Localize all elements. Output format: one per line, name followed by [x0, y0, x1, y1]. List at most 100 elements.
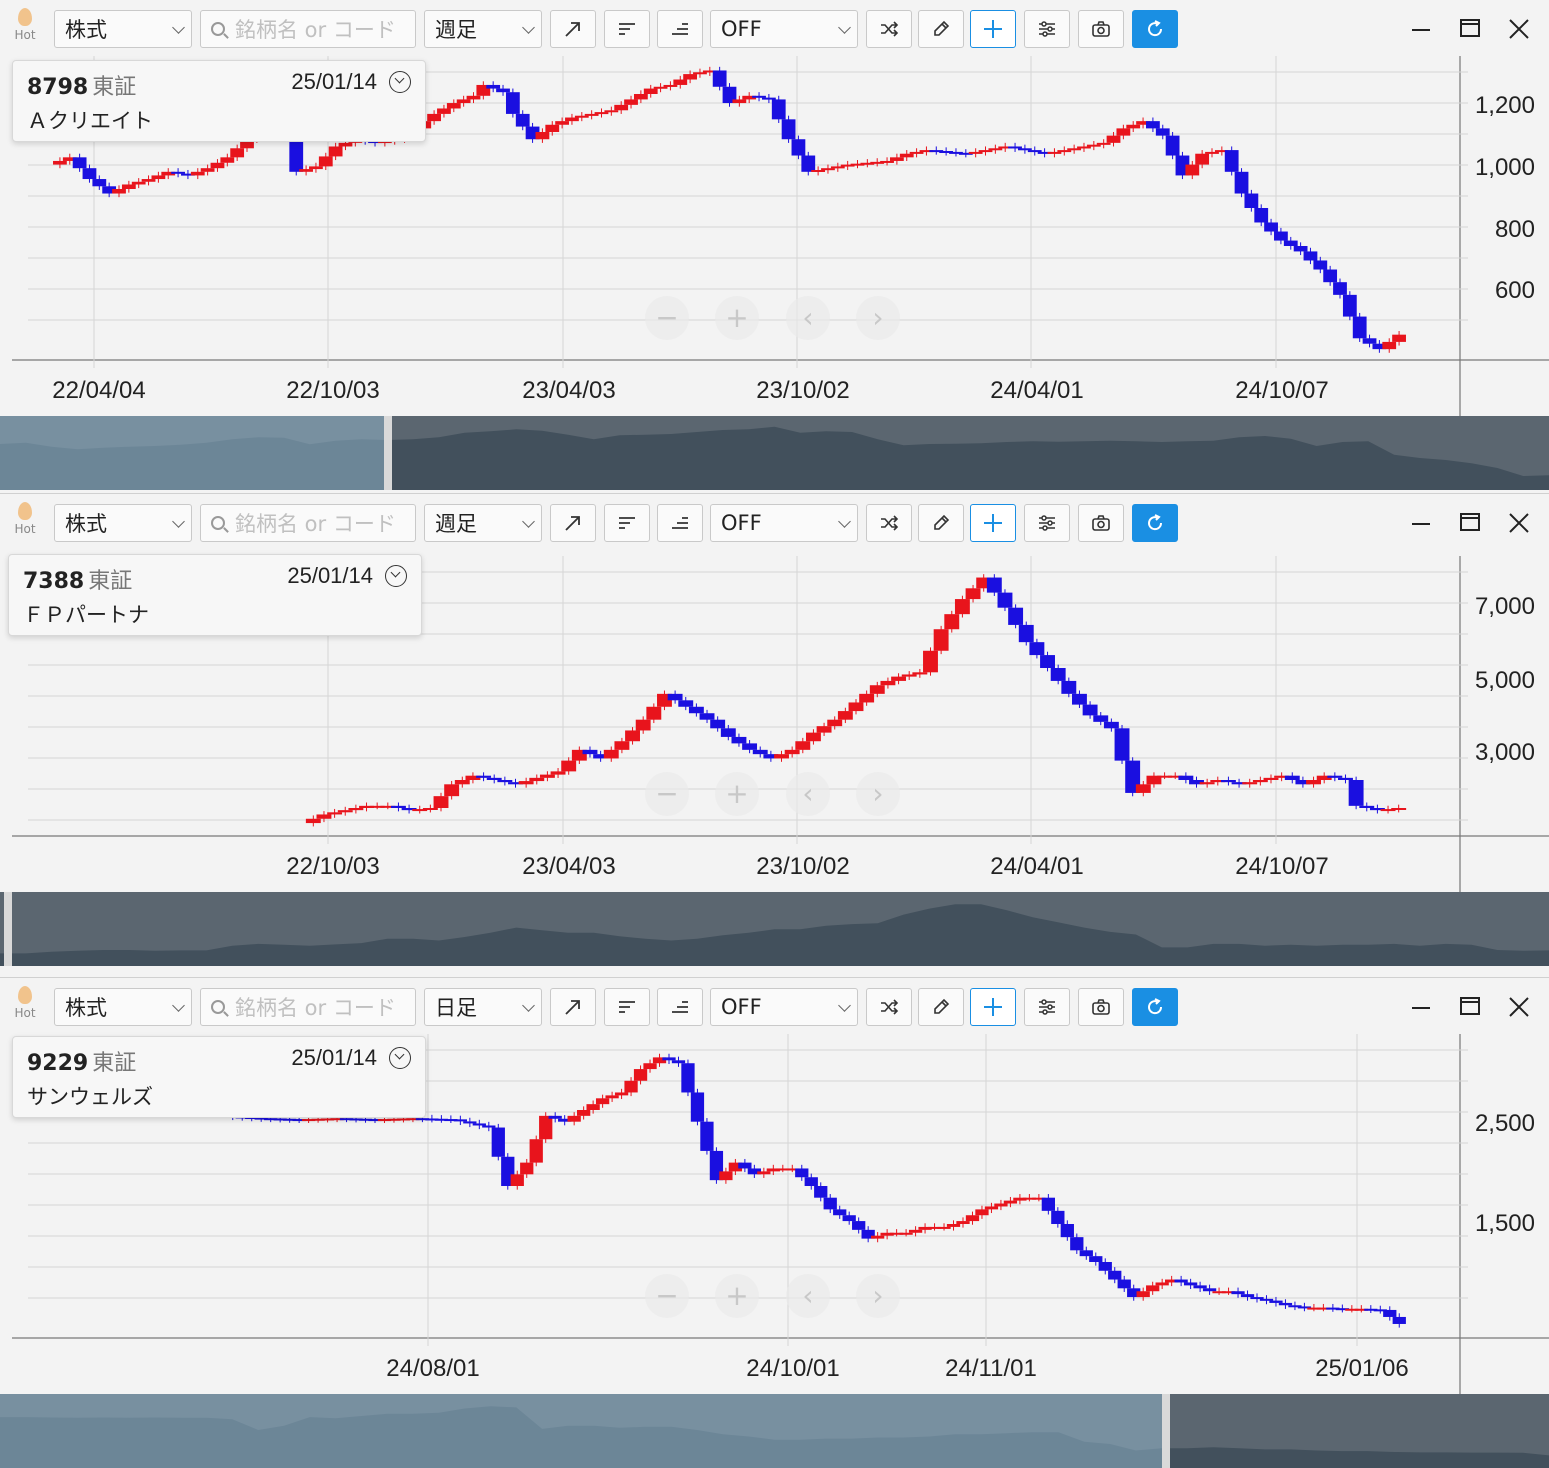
candle-body [1155, 1282, 1169, 1286]
candle-body [141, 179, 156, 182]
candle-body [582, 749, 598, 755]
candle-body [842, 1215, 856, 1222]
exchange-label: 東証 [88, 569, 133, 594]
stock-code-line: 7388 東証 [23, 563, 132, 595]
candle-body [823, 1197, 837, 1210]
candle-body [112, 189, 126, 194]
candle-body [994, 1203, 1008, 1207]
candle-body [1067, 148, 1082, 151]
candle-body [791, 139, 806, 156]
candle-body [683, 74, 698, 80]
candle-body [653, 86, 668, 89]
scroll-left-icon: ‹ [802, 301, 813, 334]
x-tick-label: 24/08/01 [386, 1355, 479, 1382]
candle-body [643, 88, 658, 94]
candle-body [53, 160, 67, 165]
zoom-out-icon: − [655, 1279, 678, 1312]
candle-body [988, 148, 1003, 151]
x-tick-label: 24/11/01 [945, 1355, 1037, 1382]
candle-body [795, 1168, 809, 1178]
candle-body [482, 1125, 496, 1128]
stock-info-box: 7388 東証 25/01/14 ＦＰパートナ [8, 554, 422, 636]
scroll-left-button[interactable]: ‹ [786, 772, 830, 816]
candle-body [681, 1063, 695, 1093]
candle-body [1306, 780, 1322, 785]
candle-body [1117, 1279, 1131, 1289]
candle-body [210, 162, 225, 169]
candle-body [968, 151, 983, 154]
candle-body [422, 808, 438, 810]
zoom-in-icon: + [725, 301, 748, 334]
stock-code: 8798 [27, 75, 89, 100]
zoom-out-button[interactable]: − [645, 1274, 689, 1318]
zoom-out-button[interactable]: − [645, 296, 689, 340]
candle-body [1008, 146, 1022, 149]
candle-body [757, 1171, 771, 1175]
candle-body [1278, 1302, 1293, 1306]
candle-body [605, 1095, 619, 1099]
y-tick-label: 5,000 [1475, 667, 1535, 694]
scroll-right-button[interactable]: › [856, 772, 900, 816]
candle-body [738, 1162, 752, 1169]
candle-body [305, 818, 321, 824]
y-tick-label: 1,200 [1475, 92, 1535, 119]
stock-name: Ａクリエイト [27, 109, 153, 133]
candle-body [690, 1092, 705, 1122]
candle-body [1224, 150, 1239, 172]
candle-body [337, 810, 353, 813]
candle-body [944, 614, 960, 630]
scroll-left-icon: ‹ [802, 1279, 813, 1312]
navigator-handle[interactable] [4, 892, 12, 966]
candle-body [1202, 1288, 1217, 1292]
candle-body [673, 79, 688, 85]
scroll-left-button[interactable]: ‹ [786, 1274, 830, 1318]
candle-body [550, 771, 566, 775]
candle-body [848, 702, 864, 712]
candle-body [1234, 171, 1249, 194]
collapse-chevron-icon[interactable] [385, 565, 407, 587]
candle-body [1391, 808, 1407, 810]
candle-body [625, 730, 640, 742]
candle-body [1174, 1279, 1188, 1283]
scroll-right-button[interactable]: › [856, 1274, 900, 1318]
candle-body [1103, 721, 1119, 729]
candle-body [539, 774, 555, 778]
candle-body [1098, 1262, 1112, 1271]
navigator-handle[interactable] [384, 416, 392, 490]
stock-info-box: 9229 東証 25/01/14 サンウェルズ [12, 1036, 426, 1118]
zoom-in-button[interactable]: + [715, 1274, 759, 1318]
zoom-in-button[interactable]: + [715, 296, 759, 340]
candle-body [230, 148, 245, 158]
candle-body [604, 110, 619, 113]
scroll-left-button[interactable]: ‹ [786, 296, 830, 340]
candle-body [348, 808, 364, 811]
candle-body [151, 175, 166, 180]
zoom-out-icon: − [655, 301, 678, 334]
candle-body [190, 171, 205, 176]
candle-body [1096, 142, 1111, 145]
collapse-chevron-icon[interactable] [389, 1047, 411, 1069]
candle-body [316, 814, 332, 819]
candle-body [890, 157, 904, 161]
candle-body [1220, 780, 1236, 783]
candle-body [1195, 153, 1210, 165]
candle-body [633, 94, 648, 100]
candle-body [510, 1174, 524, 1186]
zoom-in-button[interactable]: + [715, 772, 759, 816]
navigator-handle[interactable] [1162, 1394, 1170, 1468]
candle-body [466, 95, 481, 100]
candle-body [1327, 775, 1343, 778]
candle-body [830, 166, 845, 169]
candle-body [805, 732, 821, 742]
stock-info-box: 8798 東証 25/01/14 Ａクリエイト [12, 60, 426, 142]
scroll-right-button[interactable]: › [856, 296, 900, 340]
candle-body [1284, 775, 1300, 780]
collapse-chevron-icon[interactable] [389, 71, 411, 93]
zoom-out-button[interactable]: − [645, 772, 689, 816]
x-tick-label: 23/04/03 [522, 377, 615, 404]
candle-body [1274, 231, 1288, 241]
candle-body [529, 1139, 543, 1163]
candle-body [1027, 150, 1042, 153]
candle-body [667, 693, 683, 701]
candle-body [899, 1232, 913, 1235]
